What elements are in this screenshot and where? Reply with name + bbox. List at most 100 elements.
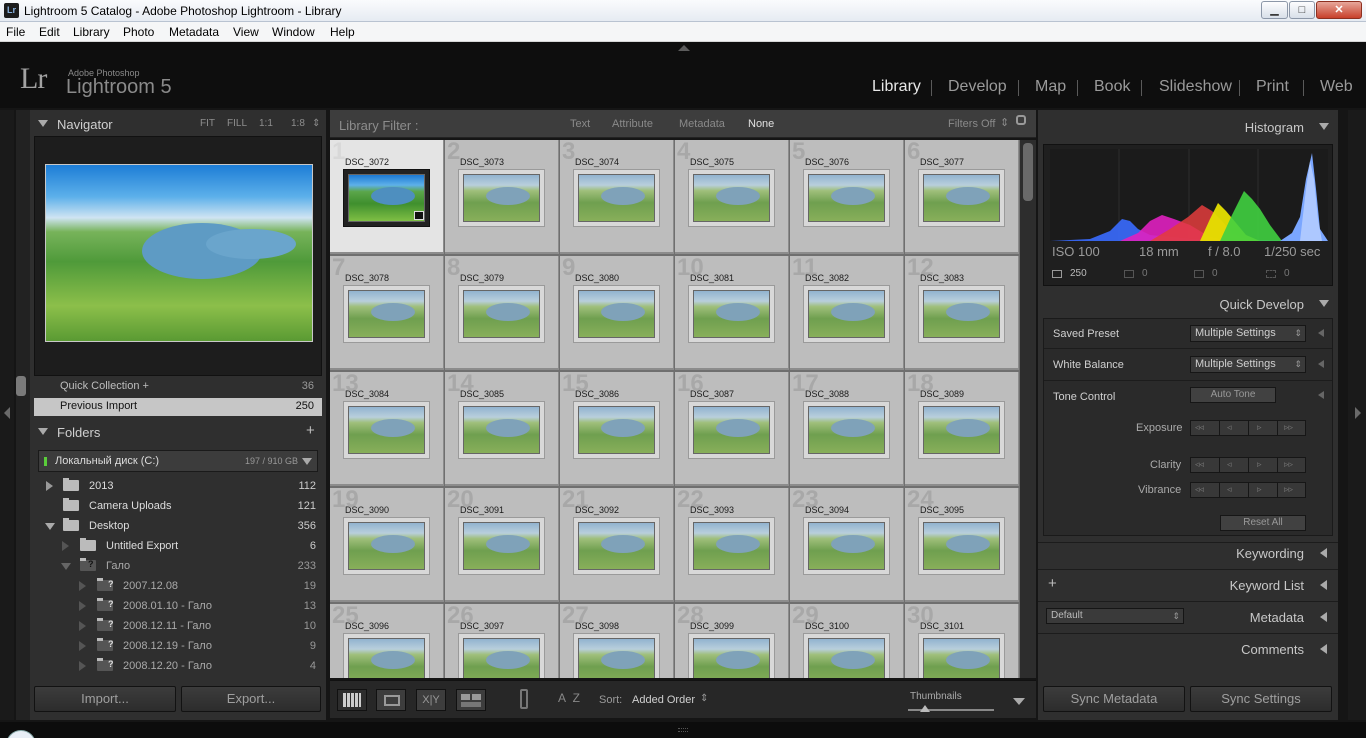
grid-cell[interactable]: 5 DSC_3076	[790, 140, 904, 254]
maximize-button[interactable]: □	[1289, 1, 1315, 19]
grid-cell[interactable]: 28 DSC_3099	[675, 604, 789, 678]
filmstrip-toggle-icon[interactable]	[678, 728, 688, 732]
expand-icon[interactable]	[79, 581, 86, 591]
photo-thumbnail[interactable]	[343, 517, 430, 575]
photo-thumbnail[interactable]	[803, 169, 890, 227]
volume-dropdown-icon[interactable]	[302, 458, 312, 465]
decrease-large-icon[interactable]: ◃◃	[1195, 422, 1204, 433]
photo-thumbnail[interactable]	[688, 169, 775, 227]
expand-arrow-icon[interactable]	[1318, 360, 1324, 368]
folders-header[interactable]: Folders +	[30, 422, 326, 448]
collapse-icon[interactable]	[61, 563, 71, 570]
folder-row[interactable]: ? Гало 233	[34, 556, 318, 576]
grid-view-button[interactable]	[337, 689, 367, 711]
add-folder-icon[interactable]: +	[306, 422, 315, 439]
collection-quick[interactable]: Quick Collection + 36	[34, 380, 322, 398]
photo-thumbnail[interactable]	[343, 401, 430, 459]
nav-zoom-1-8[interactable]: 1:8	[291, 118, 305, 129]
sync-metadata-button[interactable]: Sync Metadata	[1043, 686, 1185, 712]
collapse-icon[interactable]	[45, 523, 55, 530]
filters-off-dropdown[interactable]: Filters Off	[948, 118, 995, 130]
keywording-expand-icon[interactable]	[1320, 548, 1327, 558]
keyword-list-expand-icon[interactable]	[1320, 580, 1327, 590]
grid-cell[interactable]: 10 DSC_3081	[675, 256, 789, 370]
expand-icon[interactable]	[79, 661, 86, 671]
menu-file[interactable]: File	[6, 25, 25, 39]
menu-photo[interactable]: Photo	[123, 25, 154, 39]
expand-arrow-icon[interactable]	[1318, 391, 1324, 399]
grid-cell[interactable]: 24 DSC_3095	[905, 488, 1019, 602]
expand-icon[interactable]	[62, 541, 69, 551]
increase-icon[interactable]: ▹	[1257, 422, 1262, 433]
left-panel-scrollbar[interactable]	[16, 376, 26, 396]
import-button[interactable]: Import...	[34, 686, 176, 712]
auto-tone-button[interactable]: Auto Tone	[1190, 387, 1276, 403]
module-library[interactable]: Library	[872, 78, 921, 96]
volume-bar[interactable]: Локальный диск (C:) 197 / 910 GB	[38, 450, 318, 472]
histogram-collapse-icon[interactable]	[1319, 123, 1329, 130]
grid-cell[interactable]: 11 DSC_3082	[790, 256, 904, 370]
keyword-list-title[interactable]: Keyword List	[1230, 578, 1304, 593]
photo-thumbnail[interactable]	[688, 401, 775, 459]
grid-cell[interactable]: 12 DSC_3083	[905, 256, 1019, 370]
expand-icon[interactable]	[79, 601, 86, 611]
grid-scrollbar[interactable]	[1023, 143, 1033, 201]
menu-library[interactable]: Library	[73, 25, 110, 39]
photo-thumbnail[interactable]	[343, 285, 430, 343]
sort-dropdown[interactable]: Added Order	[632, 694, 695, 706]
menu-view[interactable]: View	[233, 25, 259, 39]
grid-cell[interactable]: 22 DSC_3093	[675, 488, 789, 602]
module-develop[interactable]: Develop	[948, 78, 1007, 96]
photo-thumbnail[interactable]	[918, 517, 1005, 575]
photo-thumbnail[interactable]	[458, 517, 545, 575]
decrease-icon[interactable]: ◃	[1227, 459, 1232, 470]
quick-develop-title[interactable]: Quick Develop	[1219, 297, 1304, 312]
photo-thumbnail[interactable]	[803, 401, 890, 459]
comments-title[interactable]: Comments	[1241, 642, 1304, 657]
white-balance-dropdown[interactable]: Multiple Settings ⇕	[1190, 356, 1306, 373]
decrease-icon[interactable]: ◃	[1227, 422, 1232, 433]
grid-cell[interactable]: 21 DSC_3092	[560, 488, 674, 602]
grid-cell[interactable]: 9 DSC_3080	[560, 256, 674, 370]
expand-icon[interactable]	[79, 621, 86, 631]
photo-thumbnail[interactable]	[458, 633, 545, 678]
add-keyword-icon[interactable]: +	[1048, 575, 1057, 592]
grid-cell[interactable]: 6 DSC_3077	[905, 140, 1019, 254]
filter-none[interactable]: None	[748, 118, 774, 130]
histogram[interactable]	[1043, 144, 1333, 286]
nav-zoom-1-1[interactable]: 1:1	[259, 118, 273, 129]
minimize-button[interactable]: ▁	[1261, 1, 1288, 19]
lock-icon[interactable]	[1016, 115, 1026, 125]
grid-cell[interactable]: 25 DSC_3096	[330, 604, 444, 678]
grid-cell[interactable]: 2 DSC_3073	[445, 140, 559, 254]
expand-arrow-icon[interactable]	[1318, 329, 1324, 337]
filter-chevron-icon[interactable]: ⇕	[1000, 116, 1009, 129]
grid-cell[interactable]: 4 DSC_3075	[675, 140, 789, 254]
collection-previous-import[interactable]: Previous Import 250	[34, 398, 322, 416]
photo-thumbnail[interactable]	[343, 169, 430, 227]
folder-row[interactable]: Camera Uploads 121	[34, 496, 318, 516]
grid-cell[interactable]: 17 DSC_3088	[790, 372, 904, 486]
grid-cell[interactable]: 8 DSC_3079	[445, 256, 559, 370]
photo-thumbnail[interactable]	[918, 169, 1005, 227]
close-button[interactable]: ✕	[1316, 1, 1362, 19]
module-print[interactable]: Print	[1256, 78, 1289, 96]
clarity-stepper[interactable]: ◃◃ ◃ ▹ ▹▹	[1190, 457, 1306, 473]
grid-cell[interactable]: 13 DSC_3084	[330, 372, 444, 486]
module-web[interactable]: Web	[1320, 78, 1353, 96]
photo-thumbnail[interactable]	[573, 285, 660, 343]
photo-thumbnail[interactable]	[918, 285, 1005, 343]
collapse-left-panel-icon[interactable]	[4, 407, 10, 419]
sort-direction-icon[interactable]: A Z	[558, 691, 582, 705]
photo-thumbnail[interactable]	[688, 285, 775, 343]
menu-metadata[interactable]: Metadata	[169, 25, 219, 39]
grid-cell[interactable]: 1 DSC_3072	[330, 140, 444, 254]
photo-thumbnail[interactable]	[343, 633, 430, 678]
grid-cell[interactable]: 3 DSC_3074	[560, 140, 674, 254]
grid-cell[interactable]: 15 DSC_3086	[560, 372, 674, 486]
toolbar-content-dropdown-icon[interactable]	[1013, 698, 1025, 705]
photo-thumbnail[interactable]	[573, 633, 660, 678]
sync-settings-button[interactable]: Sync Settings	[1190, 686, 1332, 712]
increase-large-icon[interactable]: ▹▹	[1284, 484, 1293, 495]
navigator-image[interactable]	[45, 164, 313, 342]
